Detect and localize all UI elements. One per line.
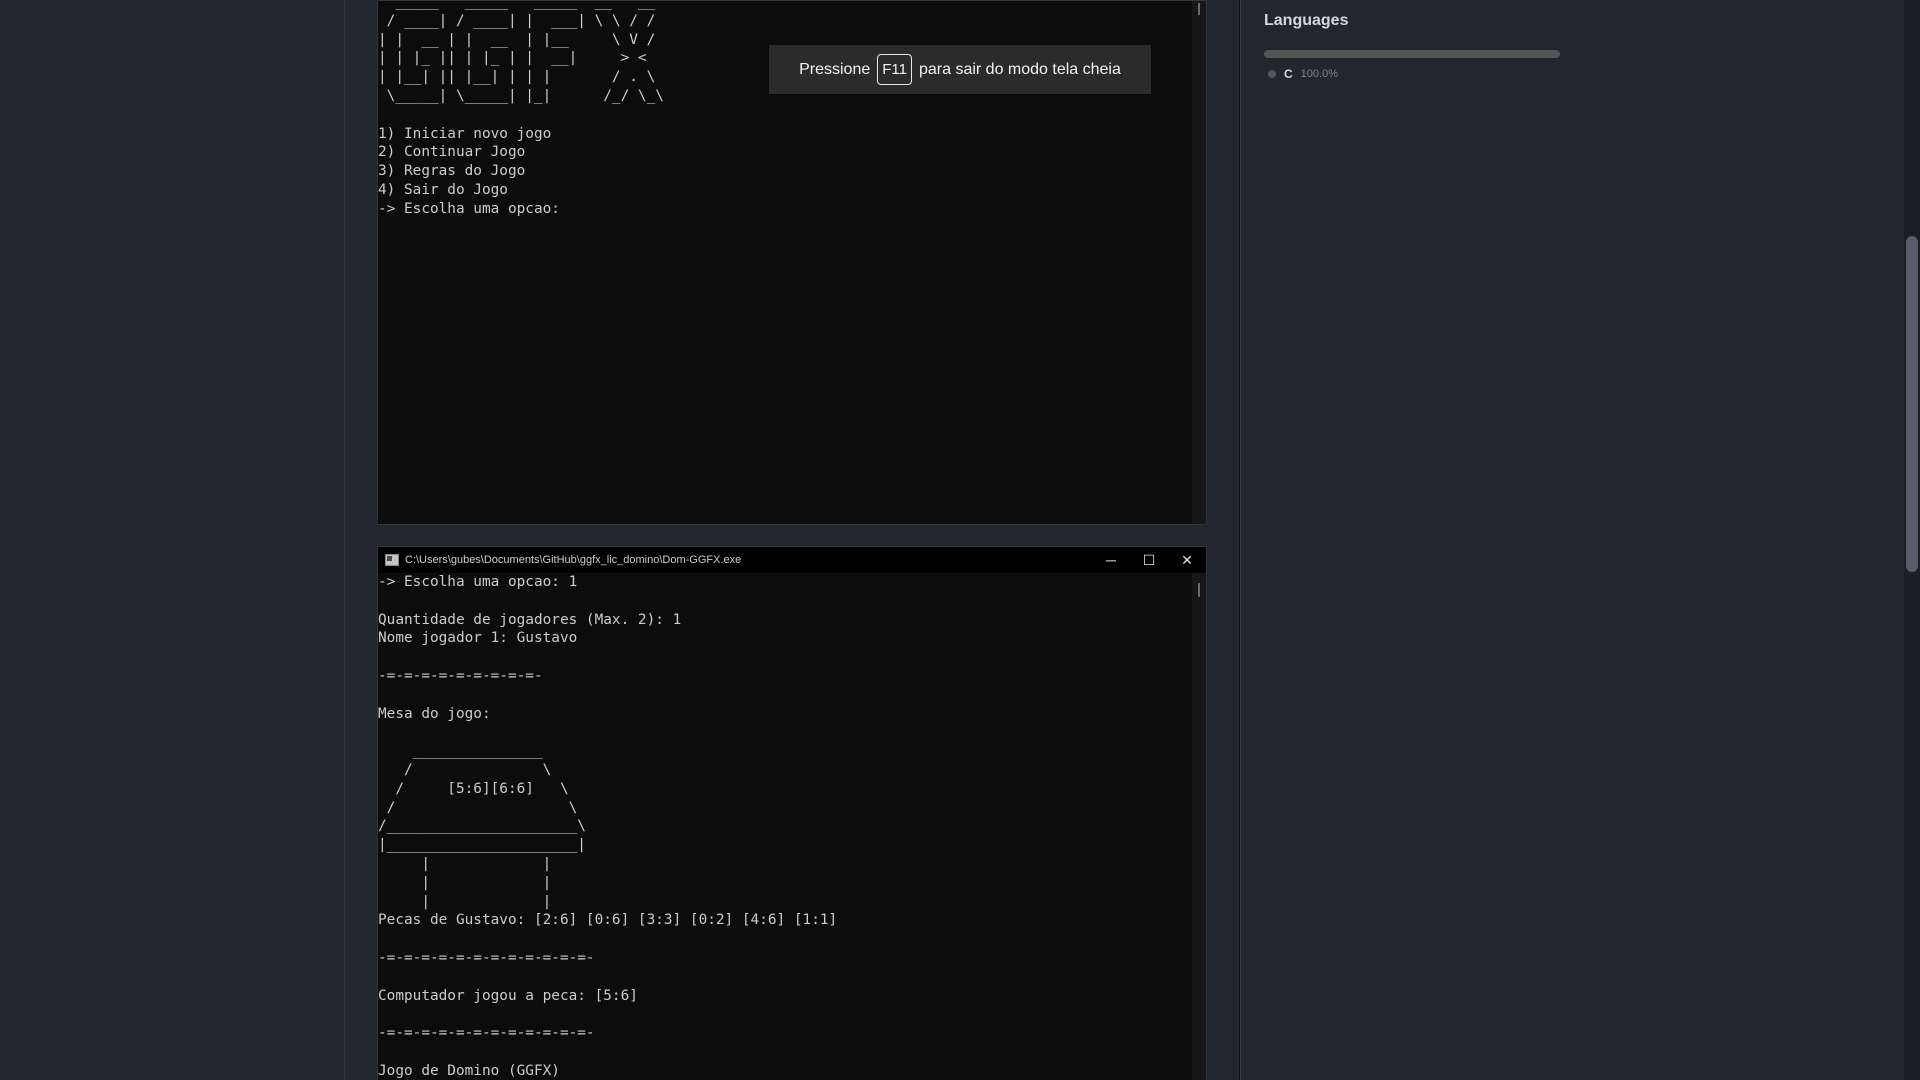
console-app-icon	[385, 554, 399, 566]
language-name: C	[1284, 67, 1293, 81]
terminal-scrollbar-thumb[interactable]	[1198, 3, 1200, 15]
fullscreen-notice-text-before: Pressione	[799, 60, 871, 78]
language-bar	[1264, 50, 1560, 58]
terminal-output: -> Escolha uma opcao: 1 Quantidade de jo…	[378, 574, 838, 1079]
terminal-scrollbar-thumb[interactable]	[1198, 583, 1200, 597]
terminal-scrollbar[interactable]	[1192, 1, 1206, 524]
fullscreen-notice: Pressione F11 para sair do modo tela che…	[769, 45, 1151, 94]
fullscreen-notice-text-after: para sair do modo tela cheia	[918, 60, 1121, 78]
maximize-icon[interactable]: ☐	[1130, 547, 1168, 573]
close-icon[interactable]: ✕	[1168, 547, 1206, 573]
terminal-screenshot-game: C:\Users\gubes\Documents\GitHub\ggfx_lic…	[377, 546, 1207, 1080]
languages-heading: Languages	[1264, 12, 1349, 29]
terminal-titlebar: C:\Users\gubes\Documents\GitHub\ggfx_lic…	[378, 547, 1206, 573]
language-percent: 100.0%	[1300, 68, 1338, 80]
terminal-window-title: C:\Users\gubes\Documents\GitHub\ggfx_lic…	[405, 554, 742, 566]
terminal-scrollbar[interactable]	[1192, 573, 1206, 1080]
language-color-dot	[1268, 70, 1276, 78]
page: _____ _____ _____ __ __ / ____| / ____| …	[0, 0, 1920, 1080]
language-item-c[interactable]: C 100.0%	[1268, 67, 1338, 81]
terminal-output: _____ _____ _____ __ __ / ____| / ____| …	[378, 0, 664, 217]
page-scrollbar-thumb[interactable]	[1906, 236, 1918, 572]
language-bar-fill-c	[1264, 50, 1560, 58]
repo-sidebar	[1240, 0, 1905, 1080]
f11-key-badge: F11	[877, 54, 912, 85]
minimize-icon[interactable]: ─	[1092, 547, 1130, 573]
left-gutter	[0, 0, 345, 1080]
